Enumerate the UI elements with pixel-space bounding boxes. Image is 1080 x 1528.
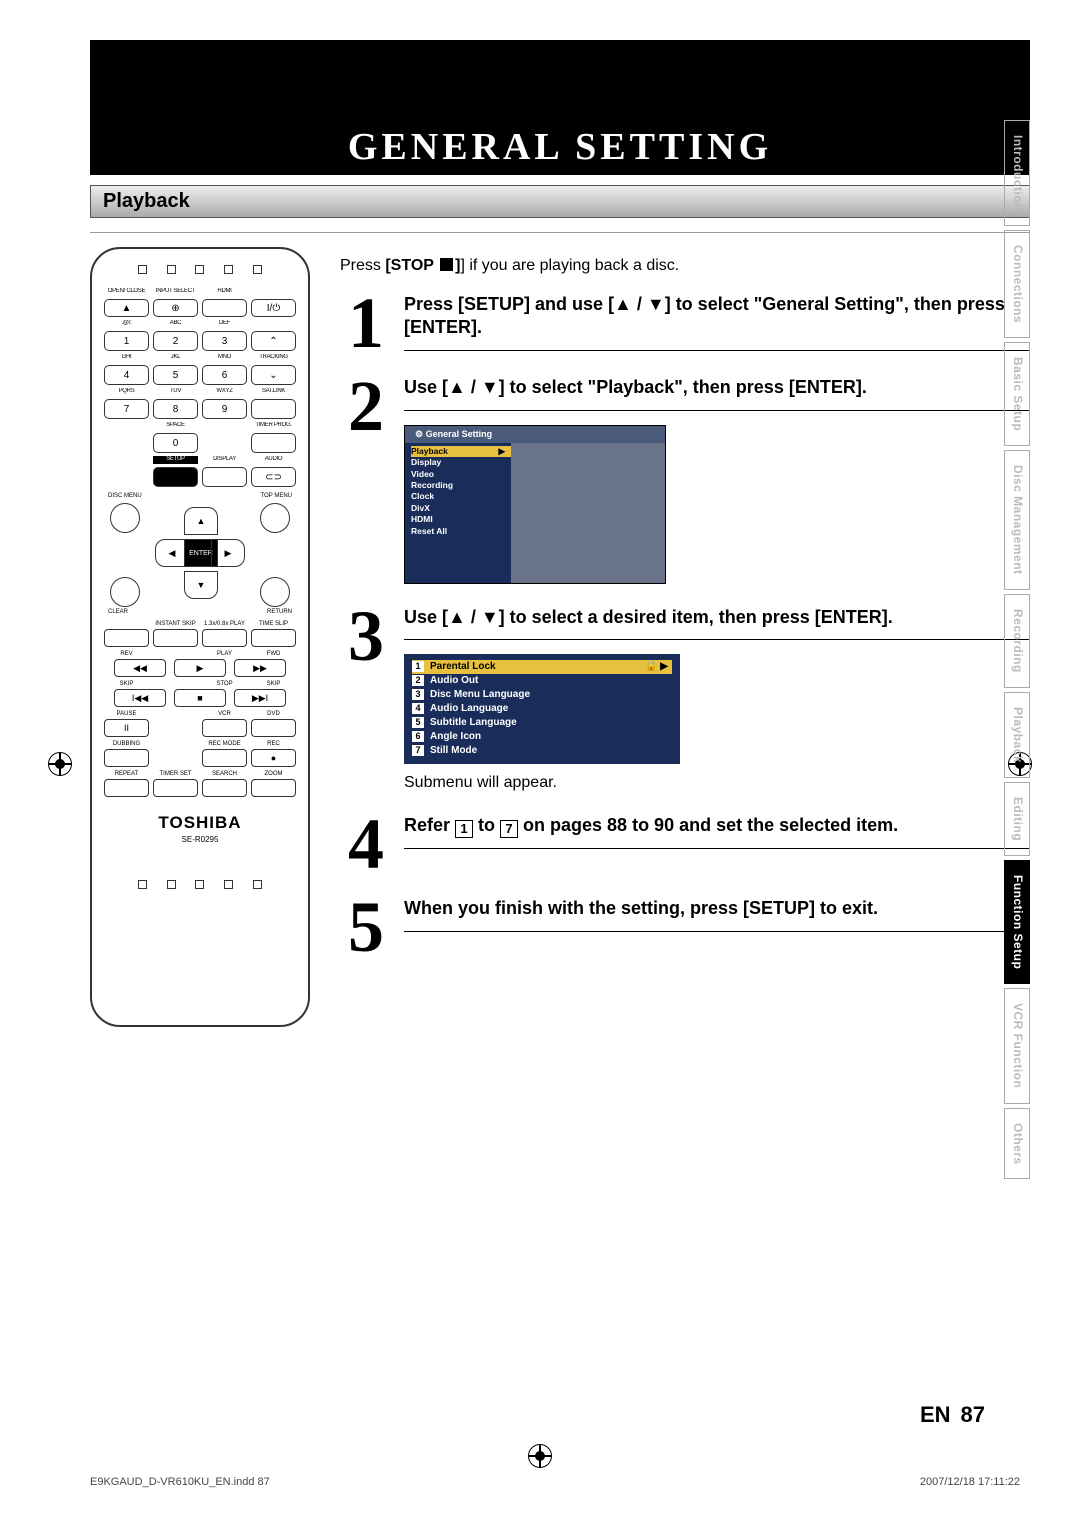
step-3-caption: Submenu will appear. bbox=[404, 774, 1030, 792]
step-4: 4 Refer 1 to 7 on pages 88 to 90 and set… bbox=[340, 814, 1030, 875]
general-setting-menu: General Setting Playback▶ Display Video … bbox=[404, 425, 666, 584]
footer-date: 2007/12/18 17:11:22 bbox=[920, 1476, 1020, 1488]
step-4-text: Refer 1 to 7 on pages 88 to 90 and set t… bbox=[404, 814, 1030, 849]
remote-control-illustration: OPEN/ CLOSE INPUT SELECT HDMI ▲⊕I/⏻ .@/:… bbox=[90, 247, 310, 1027]
step-2-text: Use [▲ / ▼] to select "Playback", then p… bbox=[404, 376, 1030, 410]
page-title: GENERAL SETTING bbox=[90, 117, 1030, 175]
remote-brand: TOSHIBA bbox=[104, 813, 296, 833]
header-black-bar: GENERAL SETTING bbox=[90, 40, 1030, 175]
step-1-text: Press [SETUP] and use [▲ / ▼] to select … bbox=[404, 293, 1030, 351]
section-heading: Playback bbox=[90, 185, 1030, 218]
footer-file: E9KGAUD_D-VR610KU_EN.indd 87 bbox=[90, 1476, 270, 1488]
step-5-text: When you finish with the setting, press … bbox=[404, 897, 1030, 931]
tab-others: Others bbox=[1004, 1108, 1030, 1180]
divider bbox=[90, 232, 1030, 233]
tab-disc-management: Disc Management bbox=[1004, 450, 1030, 590]
section-tabs: Introduction Connections Basic Setup Disc M… bbox=[1004, 120, 1030, 1179]
step-3: 3 Use [▲ / ▼] to select a desired item, … bbox=[340, 606, 1030, 792]
tab-basic-setup: Basic Setup bbox=[1004, 342, 1030, 446]
tab-connections: Connections bbox=[1004, 230, 1030, 338]
tab-introduction: Introduction bbox=[1004, 120, 1030, 226]
tab-editing: Editing bbox=[1004, 782, 1030, 856]
stop-icon bbox=[440, 258, 453, 271]
tab-playback: Playback bbox=[1004, 692, 1030, 778]
remote-model: SE-R0295 bbox=[104, 835, 296, 844]
lock-icon: 🔒 ▶ bbox=[645, 660, 668, 674]
step-2: 2 Use [▲ / ▼] to select "Playback", then… bbox=[340, 376, 1030, 583]
step-3-text: Use [▲ / ▼] to select a desired item, th… bbox=[404, 606, 1030, 640]
step-1: 1 Press [SETUP] and use [▲ / ▼] to selec… bbox=[340, 293, 1030, 354]
tab-recording: Recording bbox=[1004, 594, 1030, 688]
step-5: 5 When you finish with the setting, pres… bbox=[340, 897, 1030, 958]
tab-vcr-function: VCR Function bbox=[1004, 988, 1030, 1103]
intro-text: Press [STOP ]] if you are playing back a… bbox=[340, 257, 1030, 275]
page-number: EN87 bbox=[920, 1402, 985, 1428]
tab-function-setup: Function Setup bbox=[1004, 860, 1030, 984]
playback-submenu: 1Parental Lock🔒 ▶ 2Audio Out 3Disc Menu … bbox=[404, 654, 680, 764]
